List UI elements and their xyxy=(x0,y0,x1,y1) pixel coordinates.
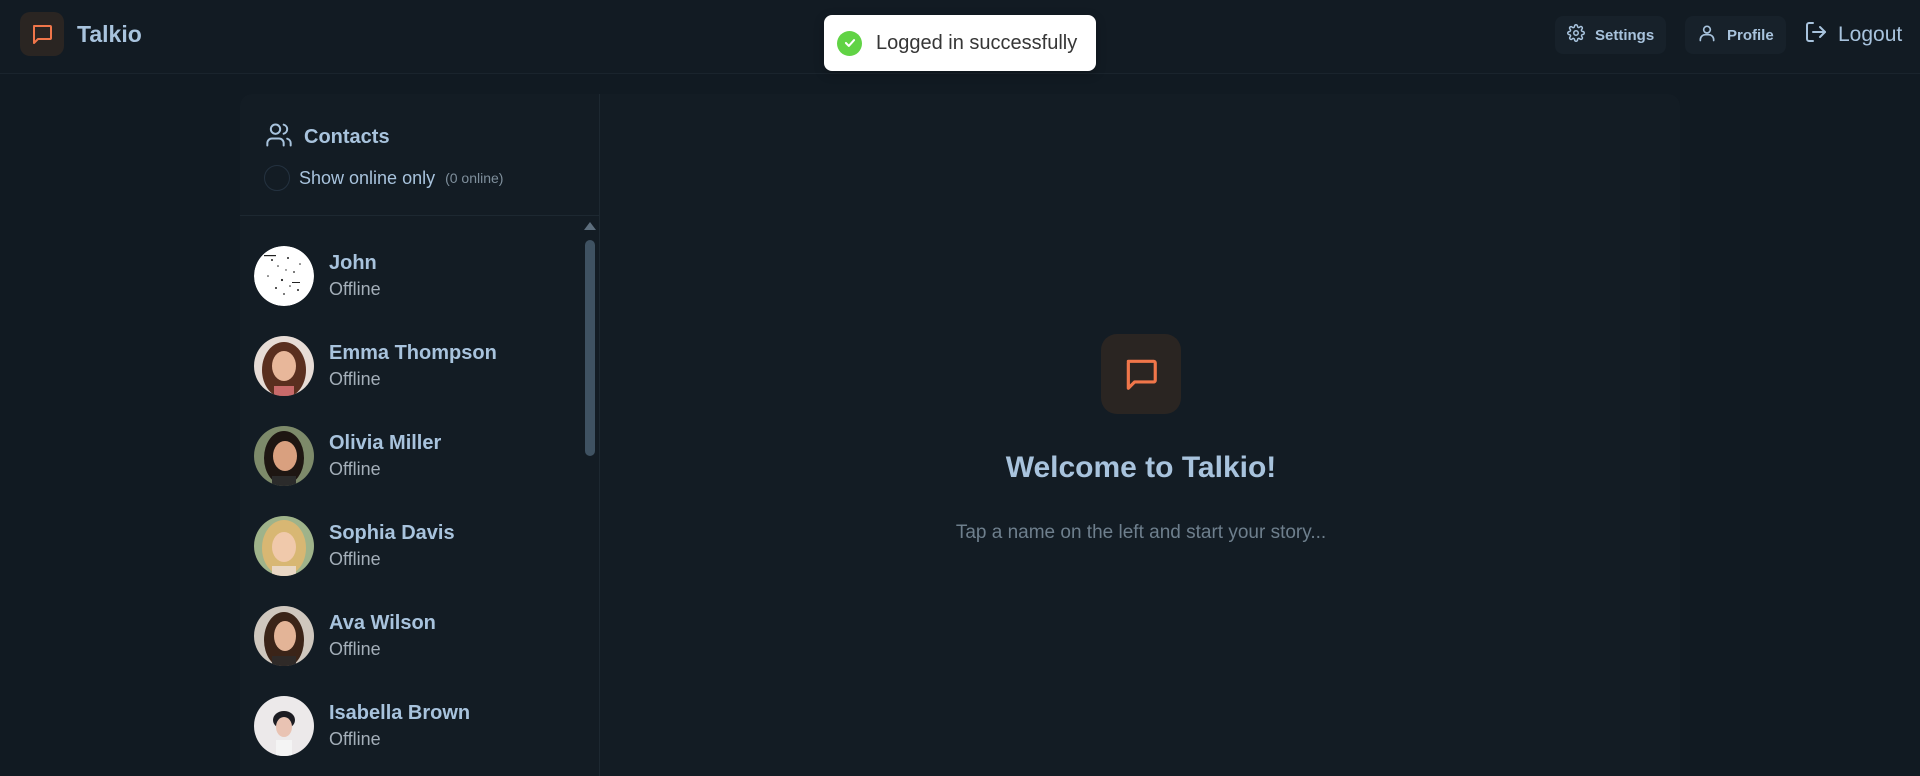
avatar xyxy=(254,336,314,396)
chat-container: Contacts Show online only (0 online) Joh… xyxy=(240,94,1680,776)
chat-bubble-icon xyxy=(1101,334,1181,414)
contact-status: Offline xyxy=(329,369,381,389)
gear-icon xyxy=(1567,24,1585,46)
app-name: Talkio xyxy=(77,20,142,47)
toast-message: Logged in successfully xyxy=(876,31,1078,54)
contacts-sidebar: Contacts Show online only (0 online) Joh… xyxy=(240,94,600,776)
logout-label: Logout xyxy=(1838,23,1903,46)
online-only-label[interactable]: Show online only xyxy=(299,168,435,189)
contact-name: John xyxy=(329,252,377,274)
contact-item[interactable]: Ava Wilson Offline xyxy=(254,606,574,666)
contact-name: Sophia Davis xyxy=(329,522,455,544)
profile-label: Profile xyxy=(1727,26,1774,44)
users-icon xyxy=(265,121,293,154)
contact-item[interactable]: Sophia Davis Offline xyxy=(254,516,574,576)
contacts-heading: Contacts xyxy=(265,121,390,154)
contact-status: Offline xyxy=(329,459,381,479)
avatar xyxy=(254,516,314,576)
profile-button[interactable]: Profile xyxy=(1685,16,1786,54)
contact-status: Offline xyxy=(329,639,381,659)
contact-item[interactable]: John Offline xyxy=(254,246,574,306)
contact-status: Offline xyxy=(329,729,381,749)
settings-label: Settings xyxy=(1595,26,1655,44)
contact-status: Offline xyxy=(329,549,381,569)
avatar xyxy=(254,426,314,486)
contact-status: Offline xyxy=(329,279,381,299)
contact-name: Emma Thompson xyxy=(329,342,497,364)
logout-icon xyxy=(1804,20,1828,50)
avatar xyxy=(254,696,314,756)
welcome-subtitle: Tap a name on the left and start your st… xyxy=(955,522,1327,543)
avatar xyxy=(254,606,314,666)
success-check-icon xyxy=(837,30,862,56)
brand-link[interactable]: Talkio xyxy=(20,12,142,56)
contact-name: Isabella Brown xyxy=(329,702,471,724)
contact-item[interactable]: Isabella Brown Offline xyxy=(254,696,574,756)
chat-bubble-icon xyxy=(20,12,64,56)
sidebar-header: Contacts Show online only (0 online) xyxy=(240,94,599,216)
contact-item[interactable]: Olivia Miller Offline xyxy=(254,426,574,486)
online-only-checkbox[interactable] xyxy=(264,165,290,191)
online-count: (0 online) xyxy=(445,170,504,186)
contact-item[interactable]: Emma Thompson Offline xyxy=(254,336,574,396)
logout-button[interactable]: Logout xyxy=(1792,16,1914,54)
user-icon xyxy=(1697,23,1717,47)
contact-name: Olivia Miller xyxy=(329,432,442,454)
welcome-title: Welcome to Talkio! xyxy=(1005,451,1277,484)
contacts-scrollbar[interactable] xyxy=(585,240,595,456)
contact-name: Ava Wilson xyxy=(329,612,436,634)
login-toast: Logged in successfully xyxy=(824,15,1096,71)
scroll-up-arrow-icon[interactable] xyxy=(584,222,596,230)
settings-button[interactable]: Settings xyxy=(1555,16,1667,54)
online-filter: Show online only (0 online) xyxy=(264,165,503,191)
avatar xyxy=(254,246,314,306)
contacts-title: Contacts xyxy=(304,126,390,148)
